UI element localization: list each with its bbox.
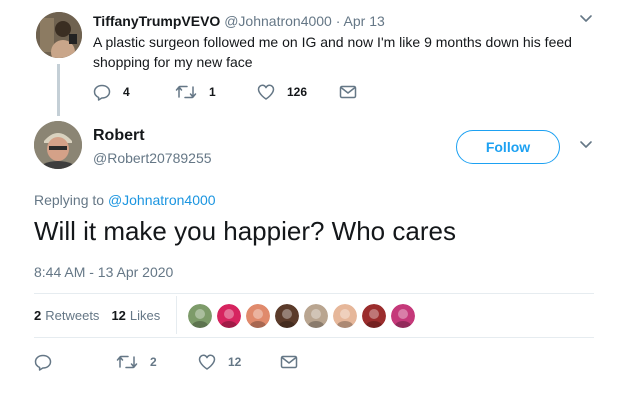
main-actions: 2 12: [34, 352, 298, 372]
main-avatar[interactable]: [34, 121, 82, 169]
liker-avatar[interactable]: [362, 304, 386, 328]
retweet-count: 2: [150, 355, 157, 369]
parent-avatar[interactable]: [36, 12, 82, 58]
envelope-icon: [339, 85, 357, 99]
parent-like-action[interactable]: 126: [257, 84, 339, 100]
reply-icon: [93, 84, 111, 101]
parent-header: TiffanyTrumpVEVO @Johnatron4000 · Apr 13: [93, 12, 385, 30]
follow-button[interactable]: Follow: [456, 130, 560, 164]
liker-avatar[interactable]: [304, 304, 328, 328]
liker-avatar[interactable]: [217, 304, 241, 328]
retweet-icon: [175, 84, 197, 100]
parent-retweet-action[interactable]: 1: [175, 84, 257, 100]
retweet-icon: [116, 354, 138, 370]
replying-to-handle[interactable]: @Johnatron4000: [108, 192, 216, 208]
stats-separator: [176, 296, 177, 334]
liker-avatar[interactable]: [275, 304, 299, 328]
reply-icon: [34, 354, 52, 371]
liker-avatar[interactable]: [188, 304, 212, 328]
liker-avatar[interactable]: [391, 304, 415, 328]
divider: [34, 337, 594, 338]
parent-dot: ·: [335, 13, 341, 29]
likes-count: 12: [111, 308, 126, 323]
parent-retweet-count: 1: [209, 85, 216, 99]
replying-to: Replying to @Johnatron4000: [34, 191, 216, 209]
retweets-stat[interactable]: 2 Retweets: [34, 307, 99, 325]
retweets-label: Retweets: [45, 308, 100, 323]
envelope-icon: [280, 355, 298, 369]
main-display-name[interactable]: Robert: [93, 126, 145, 146]
replying-to-label: Replying to: [34, 192, 105, 208]
reply-action[interactable]: [34, 354, 116, 371]
main-tweet-text: Will it make you happier? Who cares: [34, 216, 456, 246]
parent-actions: 4 1 126: [93, 82, 357, 102]
heart-icon: [198, 354, 216, 370]
retweet-action[interactable]: 2: [116, 354, 198, 370]
tweet-stats: 2 Retweets 12 Likes: [34, 307, 172, 325]
like-count: 12: [228, 355, 242, 369]
dm-action[interactable]: [280, 355, 298, 369]
likes-stat[interactable]: 12 Likes: [111, 307, 160, 325]
chevron-down-icon[interactable]: [579, 14, 593, 24]
liker-avatars: [188, 304, 420, 328]
liker-avatar[interactable]: [246, 304, 270, 328]
parent-tweet-text: A plastic surgeon followed me on IG and …: [93, 34, 572, 70]
likes-label: Likes: [129, 308, 161, 323]
parent-display-name[interactable]: TiffanyTrumpVEVO: [93, 13, 220, 29]
parent-reply-action[interactable]: 4: [93, 84, 175, 101]
tweet-timestamp[interactable]: 8:44 AM - 13 Apr 2020: [34, 263, 173, 281]
parent-like-count: 126: [287, 85, 308, 99]
chevron-down-icon[interactable]: [579, 140, 593, 150]
liker-avatar[interactable]: [333, 304, 357, 328]
parent-handle[interactable]: @Johnatron4000: [224, 13, 332, 29]
parent-reply-count: 4: [123, 85, 130, 99]
parent-date[interactable]: Apr 13: [344, 13, 385, 29]
retweets-count: 2: [34, 308, 42, 323]
divider: [34, 293, 594, 294]
like-action[interactable]: 12: [198, 354, 280, 370]
heart-icon: [257, 84, 275, 100]
main-handle[interactable]: @Robert20789255: [93, 149, 212, 167]
thread-line: [57, 64, 60, 116]
parent-dm-action[interactable]: [339, 85, 357, 99]
